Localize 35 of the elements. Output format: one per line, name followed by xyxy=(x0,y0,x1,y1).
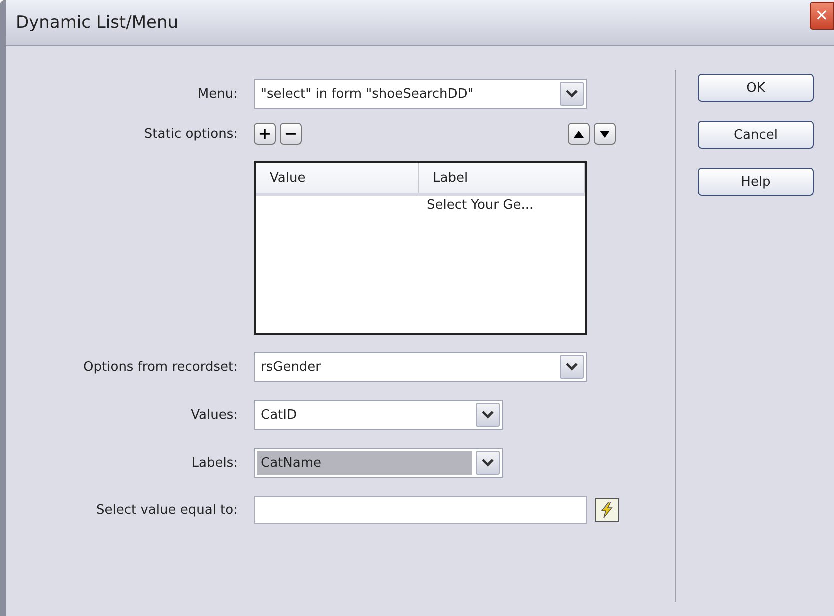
dropdown-button[interactable] xyxy=(560,355,584,379)
add-button[interactable]: + xyxy=(254,123,276,145)
dynamic-data-button[interactable] xyxy=(595,498,619,522)
caret-icon xyxy=(566,90,578,98)
dialog-button[interactable]: Cancel xyxy=(698,121,814,149)
column-header[interactable]: Value xyxy=(256,163,419,193)
field-label: Values: xyxy=(191,408,238,422)
field-label: Labels: xyxy=(192,456,238,470)
values-dropdown[interactable]: CatID xyxy=(254,400,503,430)
lightning-icon xyxy=(600,502,614,518)
down-triangle-icon xyxy=(600,130,610,138)
input-field[interactable] xyxy=(254,496,587,524)
recordset-dropdown[interactable]: rsGender xyxy=(254,352,587,382)
caret-icon xyxy=(566,363,578,371)
dropdown-button[interactable] xyxy=(476,451,500,475)
field-label: Options from recordset: xyxy=(84,360,238,374)
field-label: Static options: xyxy=(144,126,238,142)
move-down-button[interactable] xyxy=(594,123,616,145)
up-triangle-icon xyxy=(574,130,584,138)
dropdown-button[interactable] xyxy=(560,82,584,106)
field-label: Menu: xyxy=(198,86,238,102)
move-up-button[interactable] xyxy=(568,123,590,145)
remove-button[interactable]: − xyxy=(280,123,302,145)
caret-icon xyxy=(482,459,494,467)
dialog-button[interactable]: OK xyxy=(698,74,814,102)
table-cell-text: Select Your Ge... xyxy=(426,197,535,215)
caret-icon xyxy=(482,411,494,419)
dropdown-button[interactable] xyxy=(476,403,500,427)
options-list[interactable]: Value Label Select Your Ge... xyxy=(254,161,587,335)
menu-dropdown[interactable]: "select" in form "shoeSearchDD" xyxy=(254,79,587,109)
window-title: Dynamic List/Menu xyxy=(16,12,178,32)
labels-dropdown[interactable]: CatName xyxy=(254,448,503,478)
column-header[interactable]: Label xyxy=(419,163,585,193)
field-label: Select value equal to: xyxy=(96,502,238,518)
dialog-button[interactable]: Help xyxy=(698,168,814,196)
